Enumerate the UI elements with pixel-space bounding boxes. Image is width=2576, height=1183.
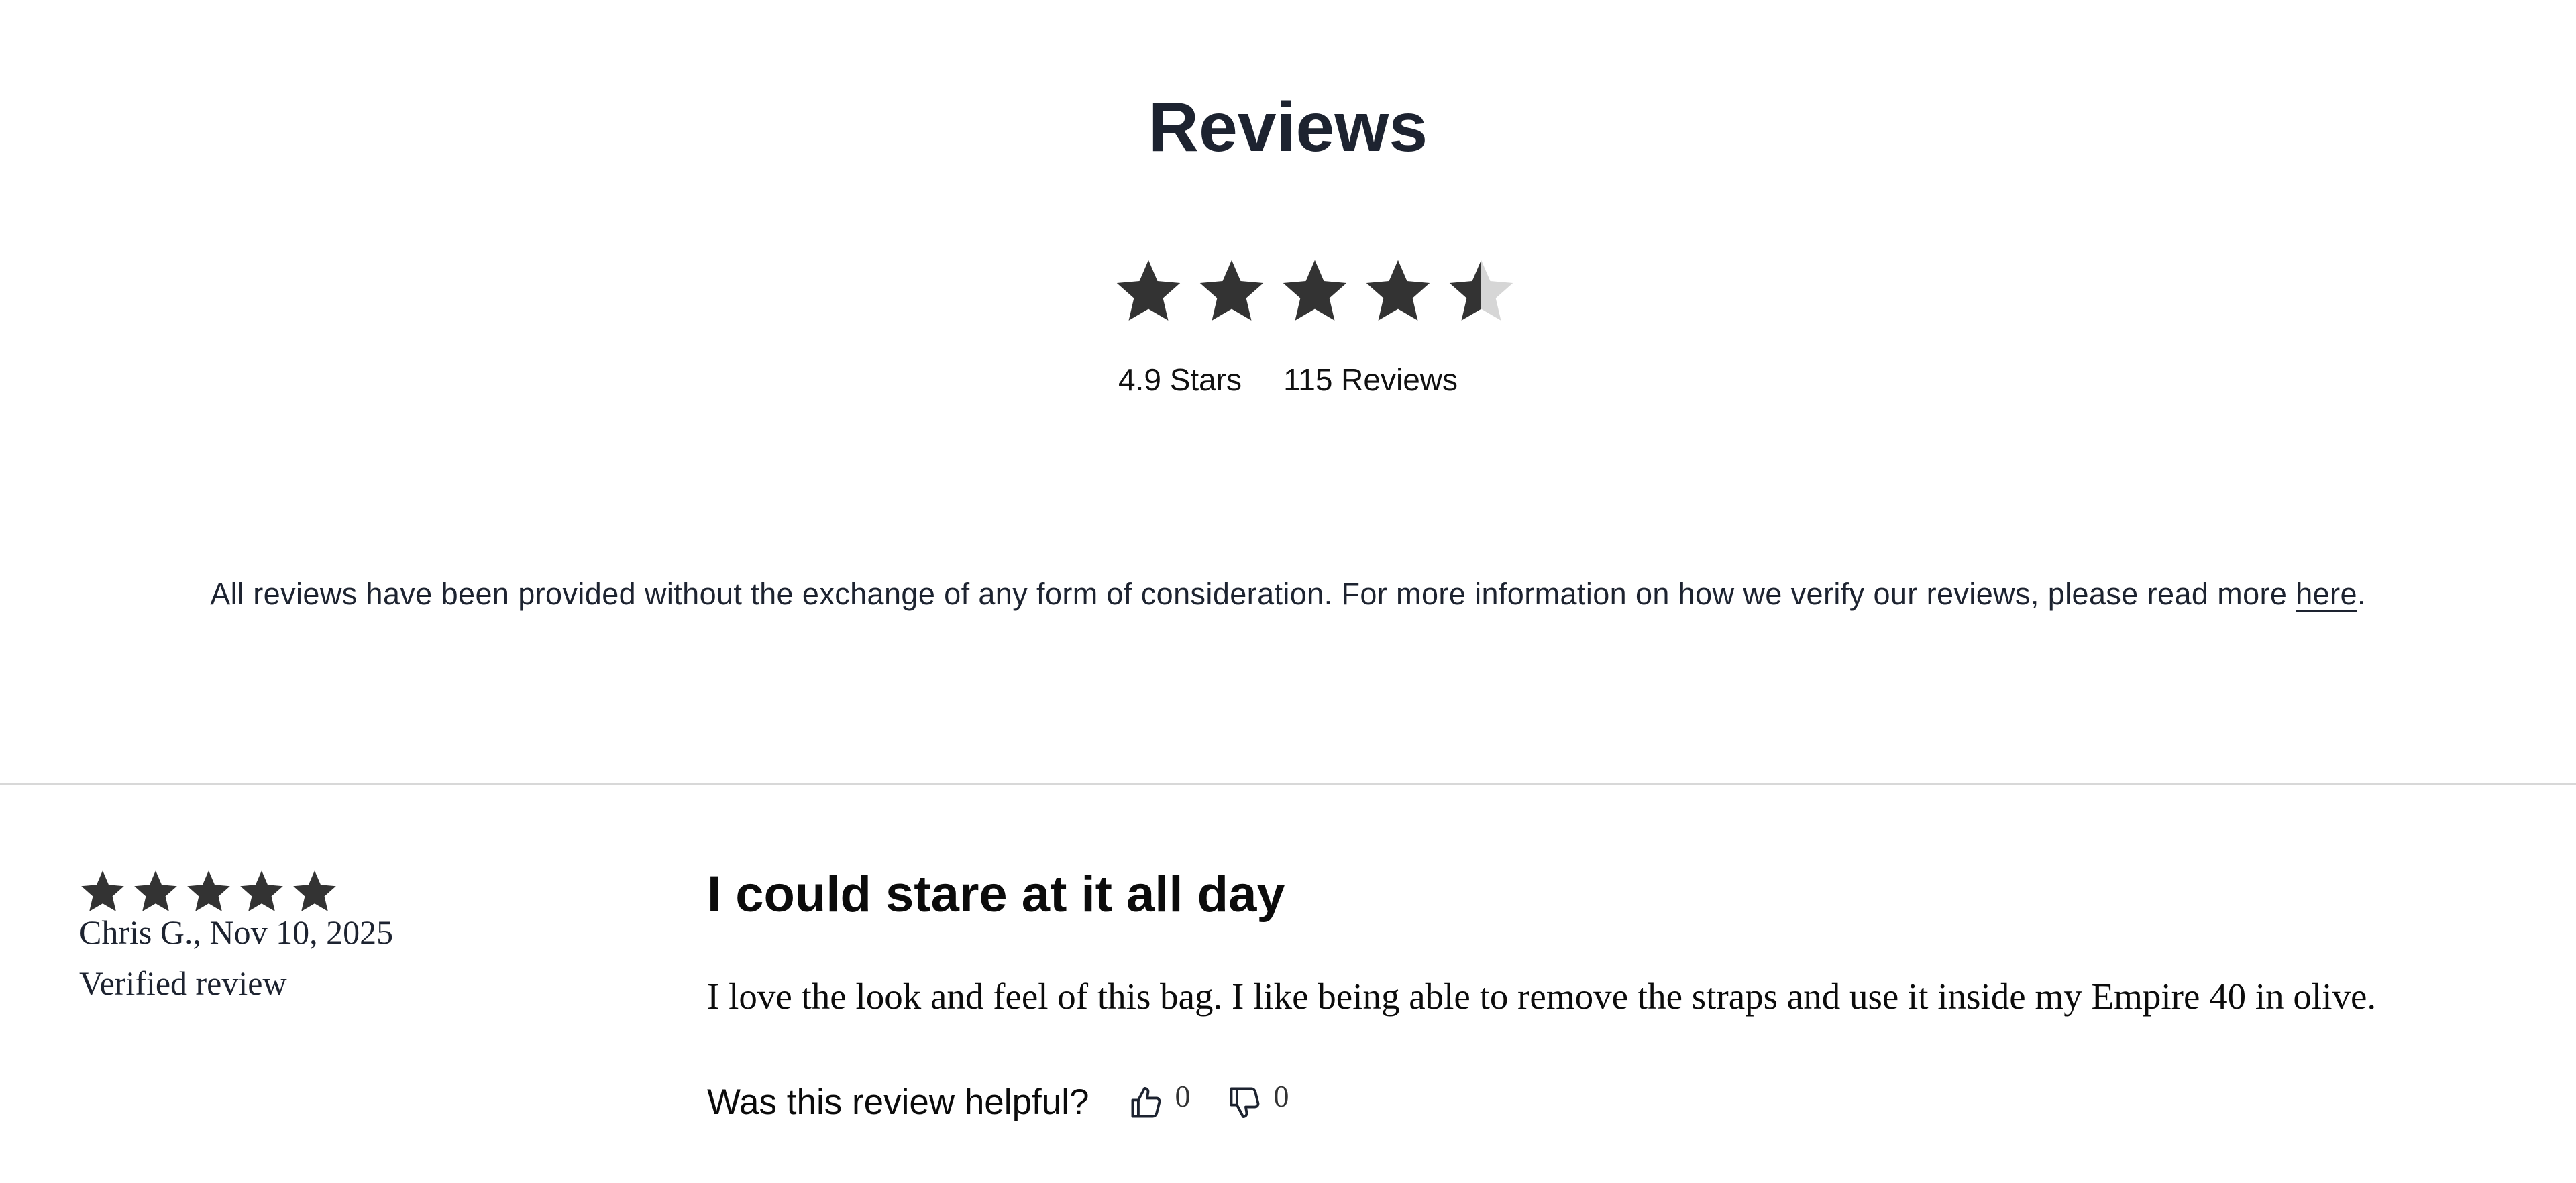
average-rating-label: 4.9 Stars bbox=[1118, 362, 1242, 397]
star-half-icon bbox=[1449, 260, 1513, 321]
verified-review-label: Verified review bbox=[79, 964, 287, 1002]
star-icon bbox=[187, 870, 230, 911]
star-icon bbox=[293, 870, 336, 911]
disclaimer-period: . bbox=[2357, 577, 2366, 611]
rating-summary: 4.9 Stars 115 Reviews bbox=[0, 359, 2576, 400]
disclaimer-here-link[interactable]: here bbox=[2296, 577, 2357, 611]
star-icon bbox=[1116, 260, 1181, 321]
thumbs-down-icon bbox=[1230, 1087, 1259, 1118]
helpful-yes-count: 0 bbox=[1175, 1078, 1191, 1113]
reviews-heading: Reviews bbox=[1148, 89, 1428, 166]
star-icon bbox=[81, 870, 124, 911]
review-body: I love the look and feel of this bag. I … bbox=[707, 976, 2377, 1017]
review-title: I could stare at it all day bbox=[707, 866, 1285, 923]
helpful-prompt: Was this review helpful? bbox=[707, 1082, 1089, 1122]
star-icon bbox=[240, 870, 283, 911]
disclaimer-text: All reviews have been provided without t… bbox=[210, 577, 2296, 611]
review-count-label[interactable]: 115 Reviews bbox=[1283, 362, 1458, 397]
star-icon bbox=[134, 870, 177, 911]
helpful-yes-button[interactable]: 0 bbox=[1127, 1079, 1191, 1122]
summary-star-rating bbox=[1114, 255, 1516, 325]
star-icon bbox=[1283, 260, 1347, 321]
star-icon bbox=[1366, 260, 1430, 321]
section-divider bbox=[0, 783, 2576, 785]
review-disclaimer: All reviews have been provided without t… bbox=[0, 574, 2576, 614]
review-star-rating bbox=[79, 869, 338, 912]
review-author-date: Chris G., Nov 10, 2025 bbox=[79, 913, 394, 951]
star-icon bbox=[1199, 260, 1264, 321]
helpful-no-button[interactable]: 0 bbox=[1226, 1079, 1289, 1122]
review-helpful-row: Was this review helpful? 0 0 bbox=[707, 1076, 1289, 1129]
review-meta: Chris G., Nov 10, 2025 Verified review bbox=[79, 911, 393, 1013]
thumbs-up-icon bbox=[1131, 1087, 1161, 1118]
helpful-no-count: 0 bbox=[1273, 1078, 1289, 1113]
